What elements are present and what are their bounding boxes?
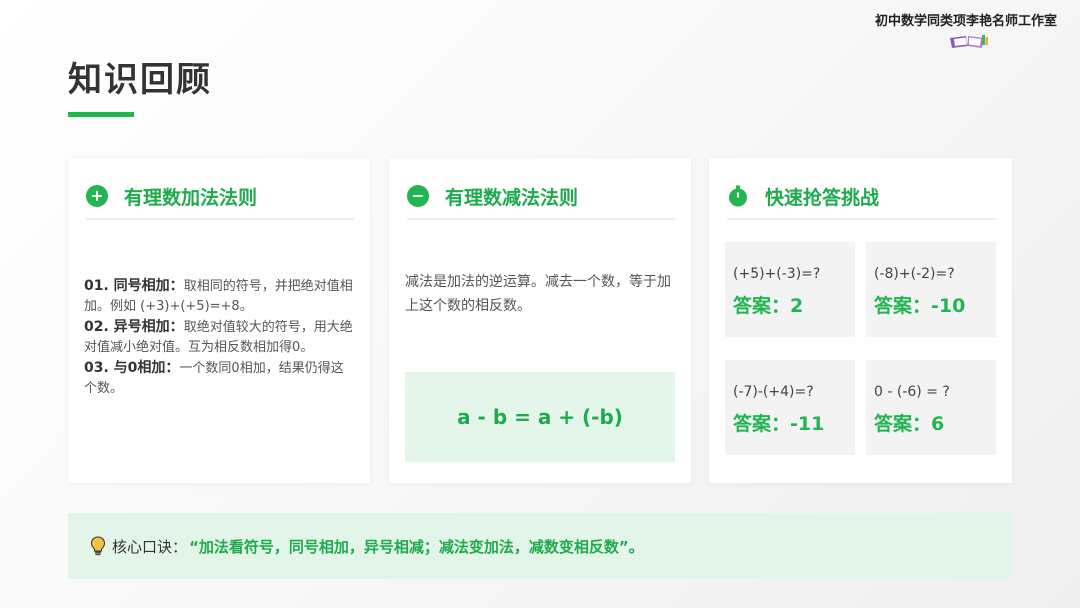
quiz-question: (-7)-(+4)=?: [733, 384, 814, 400]
card-header: + 有理数加法法则: [86, 174, 354, 220]
rule-label: 03. 与0相加：: [84, 360, 180, 376]
quiz-answer: 答案：6: [874, 413, 945, 435]
card-title: 有理数加法法则: [124, 186, 258, 209]
rule-label: 02. 异号相加：: [84, 319, 184, 335]
quiz-item: (-7)-(+4)=? 答案：-11: [725, 360, 855, 455]
card-title: 快速抢答挑战: [765, 186, 880, 209]
plus-circle-icon: +: [86, 185, 108, 207]
addition-rules-list: 01. 同号相加：取相同的符号，并把绝对值相加。例如 (+3)+(+5)=+8。…: [84, 276, 356, 399]
quiz-question: 0 - (-6) = ?: [874, 384, 950, 400]
card-title: 有理数减法法则: [445, 186, 579, 209]
quiz-answer: 答案：-11: [733, 413, 825, 435]
rule-item: 01. 同号相加：取相同的符号，并把绝对值相加。例如 (+3)+(+5)=+8。: [84, 276, 356, 317]
subtraction-formula: a - b = a + (-b): [457, 405, 623, 429]
page-title: 知识回顾: [68, 60, 212, 100]
stopwatch-icon: [729, 185, 747, 207]
rule-item: 02. 异号相加：取绝对值较大的符号，用大绝对值减小绝对值。互为相反数相加得0。: [84, 317, 356, 358]
quiz-question: (-8)+(-2)=?: [874, 266, 955, 282]
formula-box: a - b = a + (-b): [405, 372, 675, 462]
quiz-item: 0 - (-6) = ? 答案：6: [866, 360, 996, 455]
mnemonic-label: 核心口诀：: [112, 537, 188, 556]
brand-text: 初中数学同类项李艳名师工作室: [874, 14, 1057, 29]
quiz-answer: 答案：-10: [874, 295, 966, 317]
quiz-item: (+5)+(-3)=? 答案：2: [725, 242, 855, 337]
quiz-question: (+5)+(-3)=?: [733, 266, 821, 282]
mnemonic-text: “加法看符号，同号相加，异号相减；减法变加法，减数变相反数”。: [189, 537, 644, 556]
addition-rules-card: + 有理数加法法则 01. 同号相加：取相同的符号，并把绝对值相加。例如 (+3…: [68, 158, 370, 483]
core-mnemonic-banner: 核心口诀： “加法看符号，同号相加，异号相减；减法变加法，减数变相反数”。: [68, 513, 1012, 579]
quiz-item: (-8)+(-2)=? 答案：-10: [866, 242, 996, 337]
lightbulb-icon: [90, 536, 106, 556]
card-header: 快速抢答挑战: [727, 174, 996, 220]
minus-circle-icon: −: [407, 185, 429, 207]
book-logo-icon: [950, 35, 988, 48]
rule-label: 01. 同号相加：: [84, 278, 184, 294]
card-header: − 有理数减法法则: [407, 174, 675, 220]
title-underline: [68, 112, 134, 117]
quick-quiz-card: 快速抢答挑战 (+5)+(-3)=? 答案：2 (-8)+(-2)=? 答案：-…: [709, 158, 1012, 483]
quiz-answer: 答案：2: [733, 295, 804, 317]
rule-item: 03. 与0相加：一个数同0相加，结果仍得这个数。: [84, 358, 356, 399]
subtraction-description: 减法是加法的逆运算。减去一个数，等于加上这个数的相反数。: [405, 274, 671, 314]
subtraction-rules-card: − 有理数减法法则 减法是加法的逆运算。减去一个数，等于加上这个数的相反数。 a…: [389, 158, 691, 483]
